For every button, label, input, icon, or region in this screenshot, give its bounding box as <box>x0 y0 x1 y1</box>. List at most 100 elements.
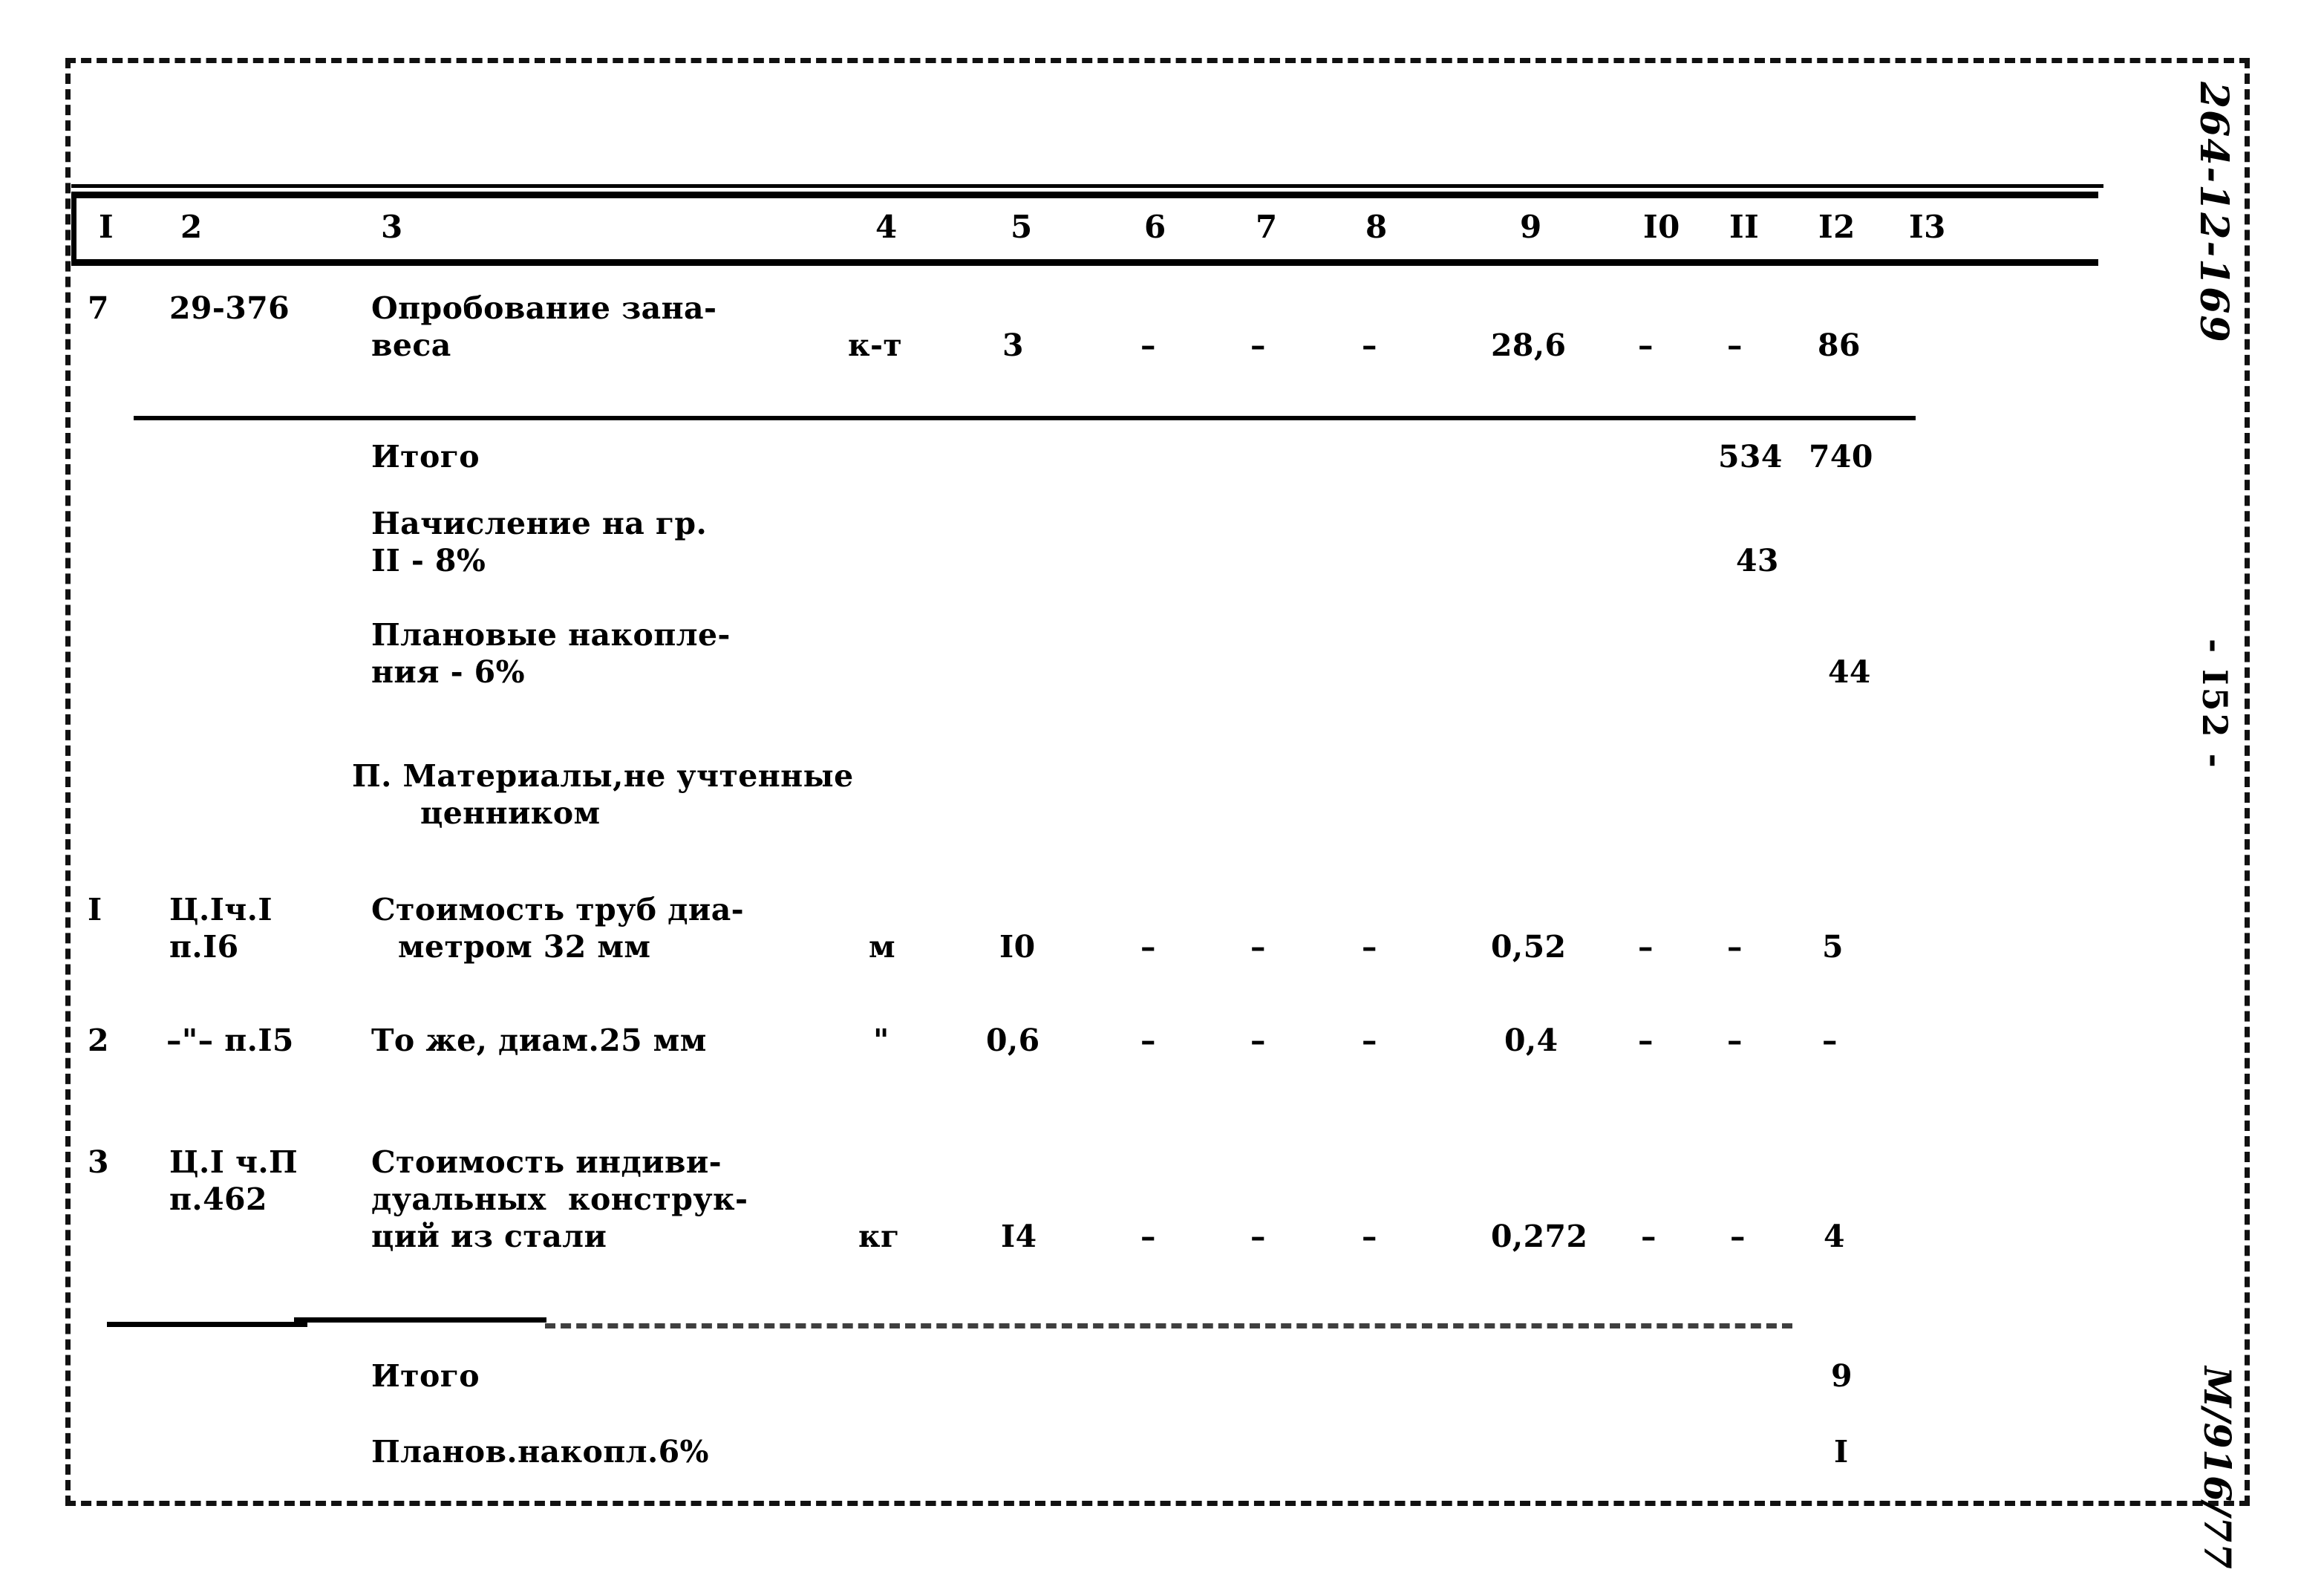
row-col10: – <box>1638 327 1654 363</box>
row-col8: – <box>1362 929 1377 965</box>
planned-label-line2: ния - 6% <box>371 654 525 690</box>
planned-savings-label: Планов.накопл.6% <box>371 1434 709 1470</box>
estimate-table: I 2 3 4 5 6 7 8 9 I0 II I2 I3 7 29-376 О… <box>71 184 2143 1515</box>
row-col6: – <box>1140 1219 1156 1254</box>
section-rule-segment <box>294 1317 546 1323</box>
col-header-5: 5 <box>1011 209 1033 245</box>
section-title-line1: П. Материалы,не учтенные <box>352 758 854 794</box>
row-desc-line2: веса <box>371 327 451 363</box>
row-col7: – <box>1250 1023 1266 1058</box>
row-desc-line1: Опробование зана- <box>371 290 717 326</box>
table-row-accrual: Начисление на гр. II - 8% 43 <box>71 505 2143 594</box>
section-title-line2: ценником <box>420 795 601 831</box>
col-header-7: 7 <box>1256 209 1278 245</box>
table-row: I Ц.Iч.I п.I6 Стоимость труб диа- метром… <box>71 891 2143 988</box>
section-rule-segment <box>107 1322 307 1327</box>
row-number: 3 <box>88 1144 109 1180</box>
row-col7: – <box>1250 1219 1266 1254</box>
row-unit: " <box>873 1023 890 1058</box>
row-col9: 0,4 <box>1504 1023 1558 1058</box>
row-qty: I0 <box>999 929 1036 965</box>
table-column-header-row: I 2 3 4 5 6 7 8 9 I0 II I2 I3 <box>76 198 2098 259</box>
row-unit: м <box>869 929 896 965</box>
row-number: 2 <box>88 1023 109 1058</box>
table-section-heading: П. Материалы,не учтенные ценником <box>71 757 2143 847</box>
row-col12: 4 <box>1824 1219 1845 1254</box>
col-header-11: II <box>1729 209 1760 245</box>
row-col12: – <box>1822 1023 1838 1058</box>
table-row: 3 Ц.I ч.П п.462 Стоимость индиви- дуальн… <box>71 1144 2143 1277</box>
row-qty: 0,6 <box>986 1023 1040 1058</box>
table-row-total: Планов.накопл.6% I <box>71 1433 2143 1485</box>
col-header-12: I2 <box>1818 209 1855 245</box>
col-header-2: 2 <box>180 209 203 245</box>
col-header-10: I0 <box>1643 209 1680 245</box>
row-col9: 0,52 <box>1491 929 1567 965</box>
col-header-8: 8 <box>1365 209 1388 245</box>
row-col9: 28,6 <box>1491 327 1567 363</box>
table-column-header-box: I 2 3 4 5 6 7 8 9 I0 II I2 I3 <box>71 184 2103 266</box>
row-col11: – <box>1727 929 1743 965</box>
row-desc-line1: Стоимость труб диа- <box>371 892 745 927</box>
total-col12: 740 <box>1809 439 1873 475</box>
page-number-annotation: - I52 - <box>2195 639 2235 770</box>
row-col10: – <box>1641 1219 1656 1254</box>
row-col12: 5 <box>1822 929 1844 965</box>
row-col8: – <box>1362 1219 1377 1254</box>
table-row-total: Итого 9 <box>71 1357 2143 1409</box>
row-desc-line2: метром 32 мм <box>398 929 651 965</box>
total-col11: 534 <box>1718 439 1783 475</box>
col-header-6: 6 <box>1144 209 1166 245</box>
total-label: Итого <box>371 1358 480 1394</box>
row-col6: – <box>1140 1023 1156 1058</box>
row-col8: – <box>1362 1023 1377 1058</box>
table-row-planned-savings: Плановые накопле- ния - 6% 44 <box>71 616 2143 705</box>
row-col10: – <box>1638 929 1654 965</box>
table-row-total: Итого 534 740 <box>71 438 2143 490</box>
col-header-13: I3 <box>1909 209 1946 245</box>
total-label: Итого <box>371 439 480 475</box>
col-header-9: 9 <box>1520 209 1542 245</box>
row-col6: – <box>1140 327 1156 363</box>
planned-label-line1: Плановые накопле- <box>371 617 731 653</box>
row-qty: I4 <box>1001 1219 1037 1254</box>
section-rule-segment <box>545 1323 1792 1328</box>
total-col12: 9 <box>1831 1358 1853 1394</box>
scanned-document-page: 264-12-169 - I52 - М/916/77 I 2 3 4 5 6 … <box>0 0 2324 1578</box>
row-desc-line1: То же, диам.25 мм <box>371 1023 707 1058</box>
accrual-label-line1: Начисление на гр. <box>371 506 708 541</box>
row-code-line1: Ц.I ч.П <box>169 1144 298 1180</box>
archive-stamp-annotation: М/916/77 <box>2196 1366 2239 1570</box>
col-header-4: 4 <box>875 209 898 245</box>
row-code-line2: п.I6 <box>169 929 239 965</box>
section-rule <box>134 416 1916 420</box>
row-col7: – <box>1250 929 1266 965</box>
row-col11: – <box>1730 1219 1746 1254</box>
row-code-line2: п.462 <box>169 1181 267 1217</box>
row-desc-line1: Стоимость индиви- <box>371 1144 722 1180</box>
row-col9: 0,272 <box>1491 1219 1588 1254</box>
row-desc-line2: дуальных конструк- <box>371 1181 748 1217</box>
row-col11: – <box>1727 327 1743 363</box>
row-col11: – <box>1727 1023 1743 1058</box>
row-number: I <box>88 892 102 927</box>
row-number: 7 <box>88 290 109 326</box>
row-col7: – <box>1250 327 1266 363</box>
row-col6: – <box>1140 929 1156 965</box>
table-row: 2 –"– п.I5 То же, диам.25 мм " 0,6 – – –… <box>71 1022 2143 1081</box>
table-row: 7 29-376 Опробование зана- веса к-т 3 – … <box>71 282 2143 379</box>
row-col8: – <box>1362 327 1377 363</box>
col-header-1: I <box>99 209 114 245</box>
document-code-annotation: 264-12-169 <box>2191 82 2236 344</box>
row-col10: – <box>1638 1023 1654 1058</box>
row-qty: 3 <box>1002 327 1024 363</box>
col-header-3: 3 <box>381 209 403 245</box>
row-unit: к-т <box>848 327 903 363</box>
row-code-line1: Ц.Iч.I <box>169 892 272 927</box>
planned-savings-col12: I <box>1834 1434 1849 1470</box>
planned-col12: 44 <box>1828 654 1871 690</box>
accrual-col11: 43 <box>1736 543 1779 578</box>
row-code: 29-376 <box>169 290 290 326</box>
row-code-line1: –"– п.I5 <box>166 1023 294 1058</box>
row-col12: 86 <box>1818 327 1861 363</box>
